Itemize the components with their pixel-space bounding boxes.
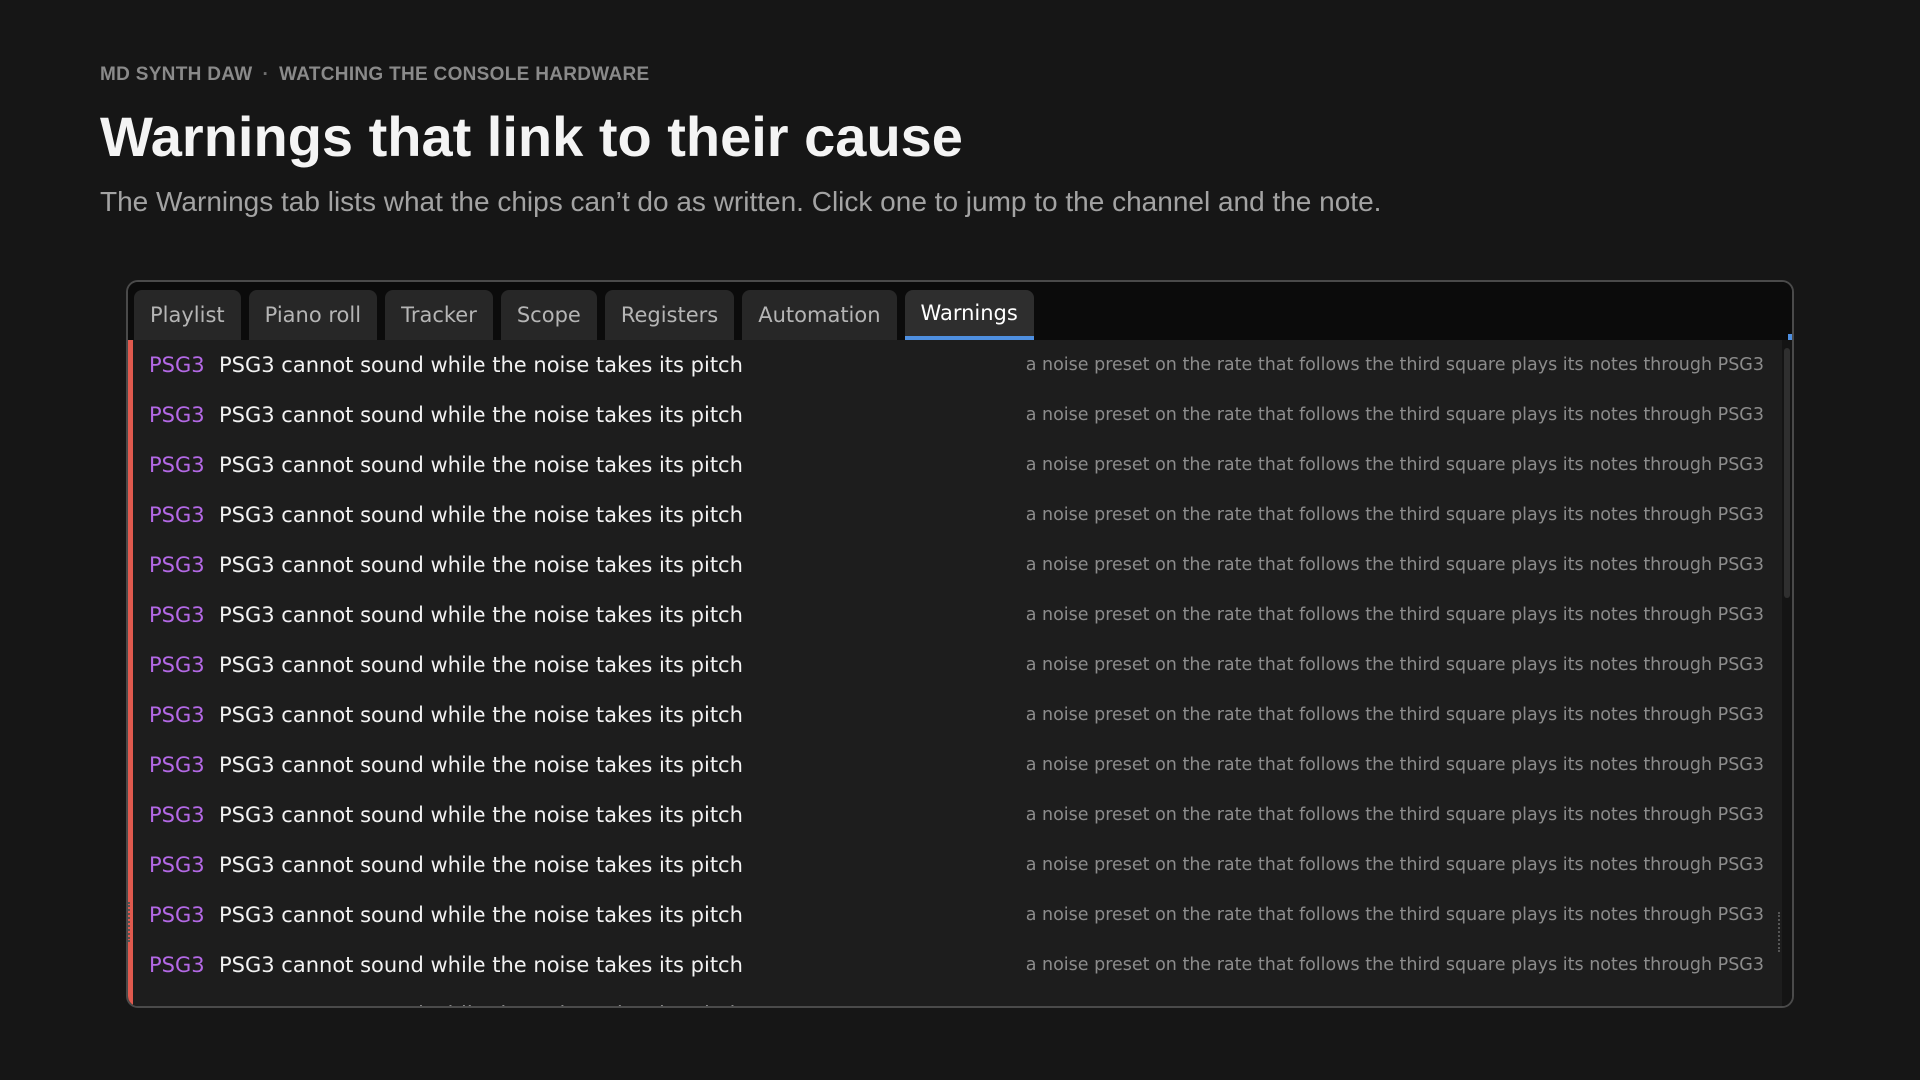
eyebrow: MD SYNTH DAW · WATCHING THE CONSOLE HARDWA… — [100, 64, 649, 86]
tab-playlist[interactable]: Playlist — [134, 290, 241, 340]
warning-channel: PSG3 — [149, 403, 205, 427]
warning-message: PSG3 cannot sound while the noise takes … — [219, 453, 743, 477]
warning-row[interactable]: PSG3 PSG3 cannot sound while the noise ta… — [128, 740, 1782, 790]
warning-message: PSG3 cannot sound while the noise takes … — [219, 353, 743, 377]
warning-row[interactable]: PSG3 PSG3 cannot sound while the noise ta… — [128, 840, 1782, 890]
warning-row[interactable]: PSG3 PSG3 cannot sound while the noise ta… — [128, 590, 1782, 640]
warning-row[interactable]: PSG3 PSG3 cannot sound while the noise ta… — [128, 540, 1782, 590]
warning-message: PSG3 cannot sound while the noise takes … — [219, 803, 743, 827]
warning-row[interactable]: PSG3 PSG3 cannot sound while the noise ta… — [128, 390, 1782, 440]
warning-cause: a noise preset on the rate that follows … — [1025, 555, 1764, 575]
warning-channel: PSG3 — [149, 753, 205, 777]
warning-channel: PSG3 — [149, 453, 205, 477]
warning-row[interactable]: PSG3 PSG3 cannot sound while the noise ta… — [128, 490, 1782, 540]
warning-message: PSG3 cannot sound while the noise takes … — [219, 1003, 1019, 1006]
warning-message: PSG3 cannot sound while the noise takes … — [219, 653, 743, 677]
warning-message: PSG3 cannot sound while the noise takes … — [219, 703, 743, 727]
warning-message: PSG3 cannot sound while the noise takes … — [219, 903, 743, 927]
warning-channel: PSG3 — [149, 553, 205, 577]
page-subtitle: The Warnings tab lists what the chips ca… — [100, 186, 1382, 217]
warning-row[interactable]: PSG3 PSG3 cannot sound while the noise ta… — [128, 890, 1782, 940]
scrollbar-position-marker — [1788, 334, 1792, 340]
app-name: MD SYNTH DAW — [100, 64, 253, 85]
warning-row[interactable]: PSG3 PSG3 cannot sound while the noise ta… — [128, 790, 1782, 840]
warning-channel: PSG3 — [149, 353, 205, 377]
warning-row[interactable]: PSG3PSG3 cannot sound while the noise ta… — [128, 990, 1782, 1006]
warning-row[interactable]: PSG3 PSG3 cannot sound while the noise ta… — [128, 340, 1782, 390]
warning-channel: PSG3 — [149, 853, 205, 877]
warning-message: PSG3 cannot sound while the noise takes … — [219, 753, 743, 777]
warning-row[interactable]: PSG3 PSG3 cannot sound while the noise ta… — [128, 640, 1782, 690]
warning-row[interactable]: PSG3 PSG3 cannot sound while the noise ta… — [128, 440, 1782, 490]
resize-grip-right[interactable] — [1778, 912, 1784, 952]
warning-cause: a noise preset on the rate that follows … — [1025, 705, 1764, 725]
warning-message: PSG3 cannot sound while the noise takes … — [219, 553, 743, 577]
warning-cause: a noise preset on the rate that follows … — [1025, 905, 1764, 925]
warning-channel: PSG3 — [149, 903, 205, 927]
warning-cause: a noise preset on the rate that follows … — [1025, 455, 1764, 475]
daw-window: Playlist Piano roll Tracker Scope Registers A… — [126, 280, 1794, 1008]
tab-automation[interactable]: Automation — [742, 290, 897, 340]
warning-cause: a noise preset on the rate that follows … — [1025, 605, 1764, 625]
warning-message: PSG3 cannot sound while the noise takes … — [219, 853, 743, 877]
warning-channel: PSG3 — [133, 1003, 219, 1006]
slide: MD SYNTH DAW · WATCHING THE CONSOLE HARDWA… — [0, 0, 1920, 1080]
warning-channel: PSG3 — [149, 703, 205, 727]
warning-cause: a noise preset on the rate that follows … — [1025, 405, 1764, 425]
warning-channel: PSG3 — [149, 603, 205, 627]
tab-registers[interactable]: Registers — [604, 290, 735, 340]
warning-channel: PSG3 — [149, 953, 205, 977]
warning-cause: a noise preset on the rate that follows … — [1025, 655, 1764, 675]
warning-channel: PSG3 — [149, 503, 205, 527]
warning-message: PSG3 cannot sound while the noise takes … — [219, 403, 743, 427]
warning-cause: a noise preset on the rate that follows … — [1025, 955, 1764, 975]
page-title: Warnings that link to their cause — [100, 105, 963, 168]
warning-cause: a noise preset on the rate that follows … — [1025, 755, 1764, 775]
tab-scope[interactable]: Scope — [500, 290, 597, 340]
warning-cause: a noise preset on the rate that follows … — [1026, 1005, 1764, 1006]
warning-cause: a noise preset on the rate that follows … — [1025, 855, 1764, 875]
scrollbar-thumb[interactable] — [1784, 348, 1790, 598]
warning-message: PSG3 cannot sound while the noise takes … — [219, 953, 743, 977]
warning-message: PSG3 cannot sound while the noise takes … — [219, 503, 743, 527]
warning-message: PSG3 cannot sound while the noise takes … — [219, 603, 743, 627]
tab-bar: Playlist Piano roll Tracker Scope Registers A… — [128, 282, 1792, 340]
tab-tracker[interactable]: Tracker — [385, 290, 493, 340]
warning-row[interactable]: PSG3 PSG3 cannot sound while the noise ta… — [128, 940, 1782, 990]
context-label: WATCHING THE CONSOLE HARDWARE — [279, 64, 650, 85]
tab-warnings[interactable]: Warnings — [904, 290, 1034, 340]
separator-dot: · — [262, 64, 270, 85]
warnings-list[interactable]: PSG3 PSG3 cannot sound while the noise ta… — [128, 340, 1782, 1006]
warning-cause: a noise preset on the rate that follows … — [1025, 805, 1764, 825]
resize-grip-left[interactable] — [128, 902, 134, 942]
warning-row[interactable]: PSG3 PSG3 cannot sound while the noise ta… — [128, 690, 1782, 740]
tab-piano-roll[interactable]: Piano roll — [248, 290, 378, 340]
warning-channel: PSG3 — [149, 803, 205, 827]
warning-cause: a noise preset on the rate that follows … — [1025, 505, 1764, 525]
warning-channel: PSG3 — [149, 653, 205, 677]
warning-cause: a noise preset on the rate that follows … — [1025, 355, 1764, 375]
